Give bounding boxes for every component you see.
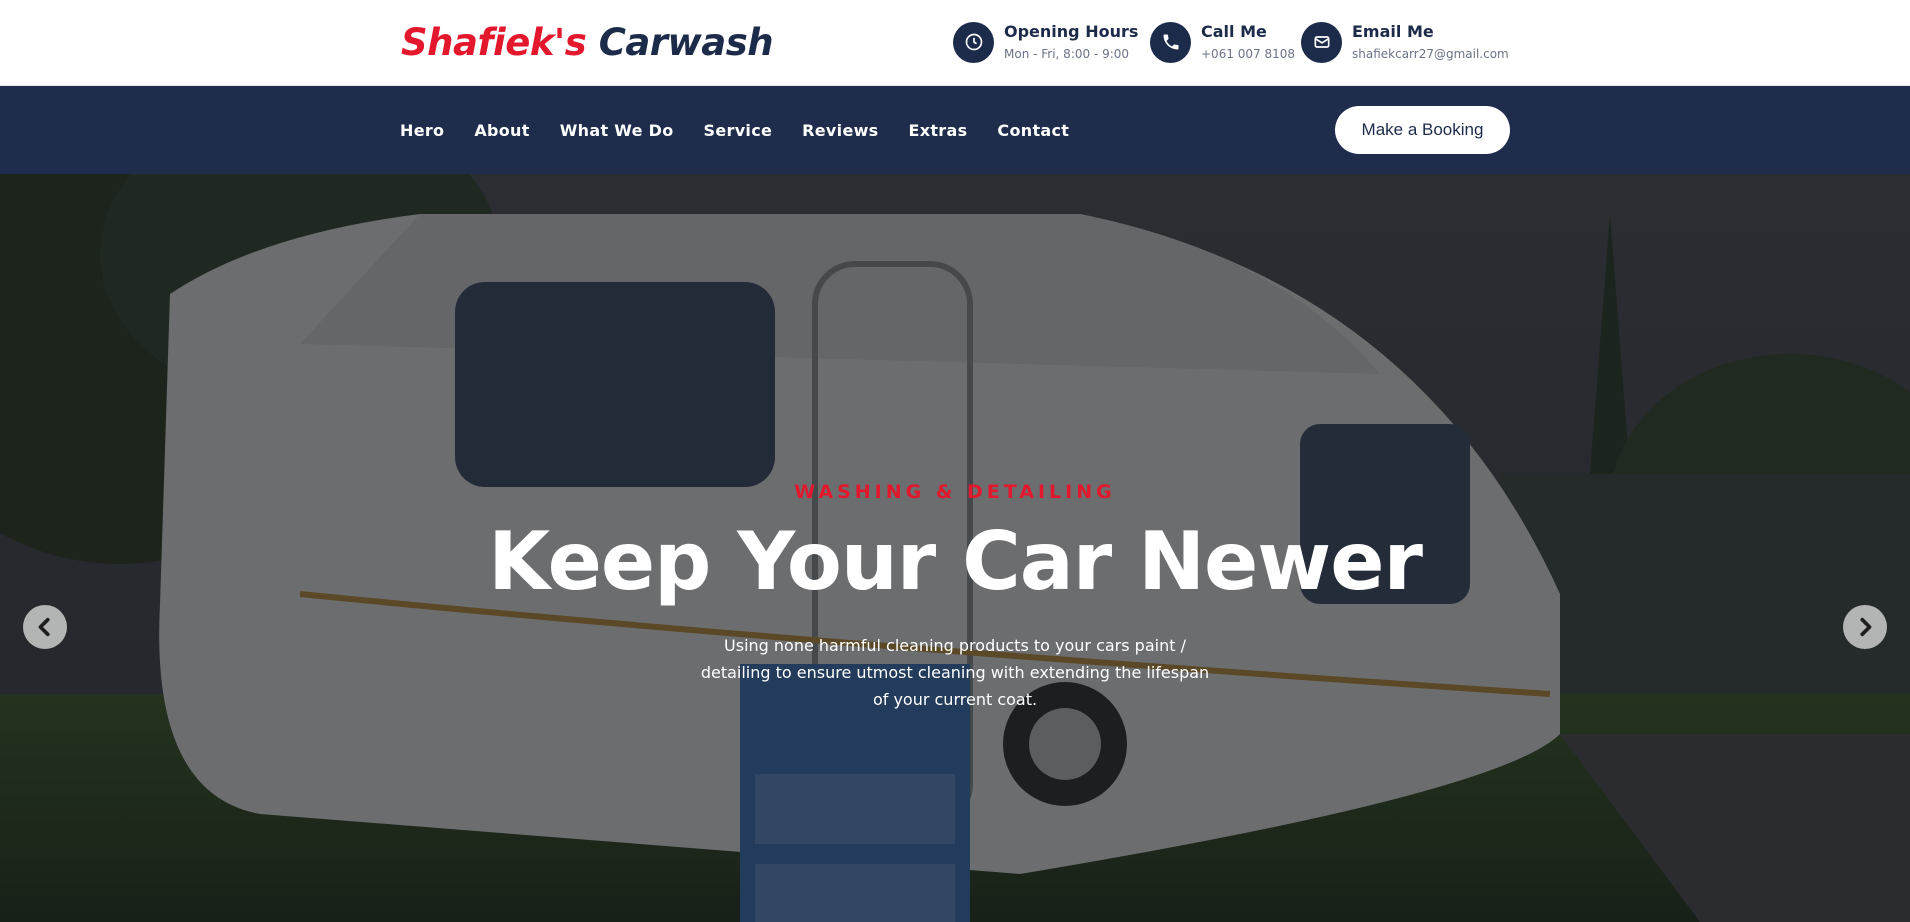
- slider-next-button[interactable]: [1843, 605, 1887, 649]
- opening-hours-info: Opening Hours Mon - Fri, 8:00 - 9:00: [953, 21, 1138, 63]
- nav-item-hero[interactable]: Hero: [400, 121, 444, 140]
- chevron-right-icon: [1860, 617, 1872, 637]
- hero-headline: Keep Your Car Newer: [488, 515, 1423, 608]
- nav-item-service[interactable]: Service: [704, 121, 773, 140]
- email-address[interactable]: shafiekcarr27@gmail.com: [1352, 45, 1509, 63]
- main-nav: Hero About What We Do Service Reviews Ex…: [0, 86, 1910, 174]
- opening-hours-title: Opening Hours: [1004, 22, 1139, 41]
- email-info[interactable]: Email Me shafiekcarr27@gmail.com: [1301, 21, 1509, 63]
- site-logo[interactable]: Shafiek's Carwash: [401, 20, 774, 66]
- nav-item-extras[interactable]: Extras: [909, 121, 968, 140]
- hero-subtext: Using none harmful cleaning products to …: [700, 636, 1210, 709]
- email-title: Email Me: [1352, 22, 1434, 41]
- slider-prev-button[interactable]: [23, 605, 67, 649]
- logo-brand: Carwash: [598, 21, 774, 64]
- nav-item-reviews[interactable]: Reviews: [802, 121, 878, 140]
- top-header: Shafiek's Carwash Opening Hours Mon - Fr…: [0, 0, 1910, 86]
- logo-name: Shafiek's: [401, 21, 587, 64]
- clock-icon: [953, 21, 994, 63]
- chevron-left-icon: [38, 617, 50, 637]
- nav-item-about[interactable]: About: [474, 121, 529, 140]
- hero-slider: WASHING & DETAILING Keep Your Car Newer …: [0, 174, 1910, 922]
- nav-links: Hero About What We Do Service Reviews Ex…: [400, 86, 1099, 174]
- make-booking-button[interactable]: Make a Booking: [1335, 106, 1510, 154]
- phone-number[interactable]: +061 007 8108: [1201, 45, 1295, 63]
- call-info[interactable]: Call Me +061 007 8108: [1150, 21, 1295, 63]
- phone-icon: [1150, 21, 1191, 63]
- call-title: Call Me: [1201, 22, 1267, 41]
- mail-icon: [1301, 21, 1342, 63]
- nav-item-contact[interactable]: Contact: [997, 121, 1069, 140]
- nav-item-what-we-do[interactable]: What We Do: [560, 121, 674, 140]
- hero-kicker: WASHING & DETAILING: [794, 481, 1116, 503]
- opening-hours-value: Mon - Fri, 8:00 - 9:00: [1004, 47, 1130, 61]
